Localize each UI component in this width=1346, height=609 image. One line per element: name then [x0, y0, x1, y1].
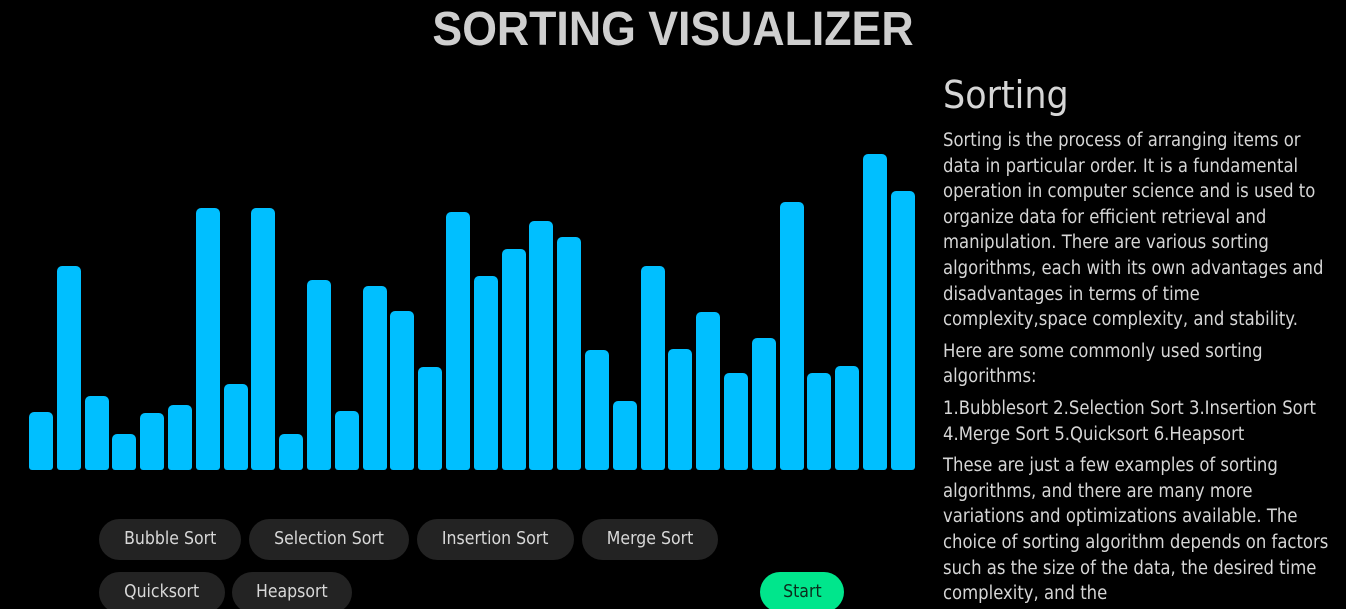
array-bar — [807, 373, 832, 470]
info-paragraph: 1.Bubblesort 2.Selection Sort 3.Insertio… — [943, 397, 1316, 445]
array-bar — [84, 396, 109, 470]
array-bar — [140, 413, 165, 470]
info-paragraph: Sorting is the process of arranging item… — [943, 130, 1324, 331]
array-bar — [668, 349, 693, 470]
insertion-sort-button[interactable]: Insertion Sort — [417, 519, 574, 560]
array-bar — [307, 280, 331, 470]
array-bar — [612, 401, 637, 470]
array-bar — [529, 221, 554, 470]
array-bar — [279, 434, 304, 470]
array-bar — [112, 434, 137, 470]
array-bar — [501, 249, 526, 470]
array-bar — [390, 311, 415, 470]
info-paragraph: These are just a few examples of sorting… — [943, 455, 1329, 605]
array-bar — [696, 312, 721, 470]
array-bar — [168, 405, 192, 470]
start-label: Start — [782, 582, 822, 602]
heapsort-button[interactable]: Heapsort — [232, 572, 352, 609]
page: SORTING VISUALIZER Bubble Sort Selection… — [0, 0, 1346, 609]
array-bar — [251, 208, 276, 470]
quicksort-button[interactable]: Quicksort — [99, 572, 225, 609]
array-bar — [334, 411, 359, 470]
merge-sort-button[interactable]: Merge Sort — [582, 519, 718, 560]
array-bar — [863, 154, 887, 470]
info-panel: Sorting Sorting is the process of arrang… — [943, 70, 1346, 607]
quicksort-label: Quicksort — [124, 582, 200, 602]
array-bar — [724, 373, 748, 470]
array-bar — [362, 286, 387, 470]
info-heading: Sorting — [943, 73, 1069, 117]
array-bar — [223, 384, 248, 470]
merge-sort-label: Merge Sort — [606, 529, 694, 549]
selection-sort-label: Selection Sort — [274, 529, 384, 549]
array-bar — [557, 237, 582, 470]
bubble-sort-button[interactable]: Bubble Sort — [99, 519, 241, 560]
array-bar — [779, 202, 804, 470]
array-bar — [418, 367, 443, 470]
array-bar — [640, 266, 665, 470]
start-button[interactable]: Start — [760, 572, 844, 609]
array-bar — [446, 212, 470, 470]
array-bar — [835, 366, 860, 470]
heapsort-label: Heapsort — [256, 582, 328, 602]
bar-array — [0, 0, 930, 500]
array-bar — [29, 412, 53, 470]
array-bar — [890, 191, 915, 470]
bubble-sort-label: Bubble Sort — [123, 529, 217, 549]
array-bar — [195, 208, 220, 470]
info-paragraph: Here are some commonly used sorting algo… — [943, 340, 1263, 388]
selection-sort-button[interactable]: Selection Sort — [249, 519, 409, 560]
array-bar — [473, 276, 498, 470]
array-bar — [751, 338, 776, 470]
insertion-sort-label: Insertion Sort — [442, 529, 549, 549]
array-bar — [56, 266, 81, 470]
array-bar — [585, 350, 609, 470]
